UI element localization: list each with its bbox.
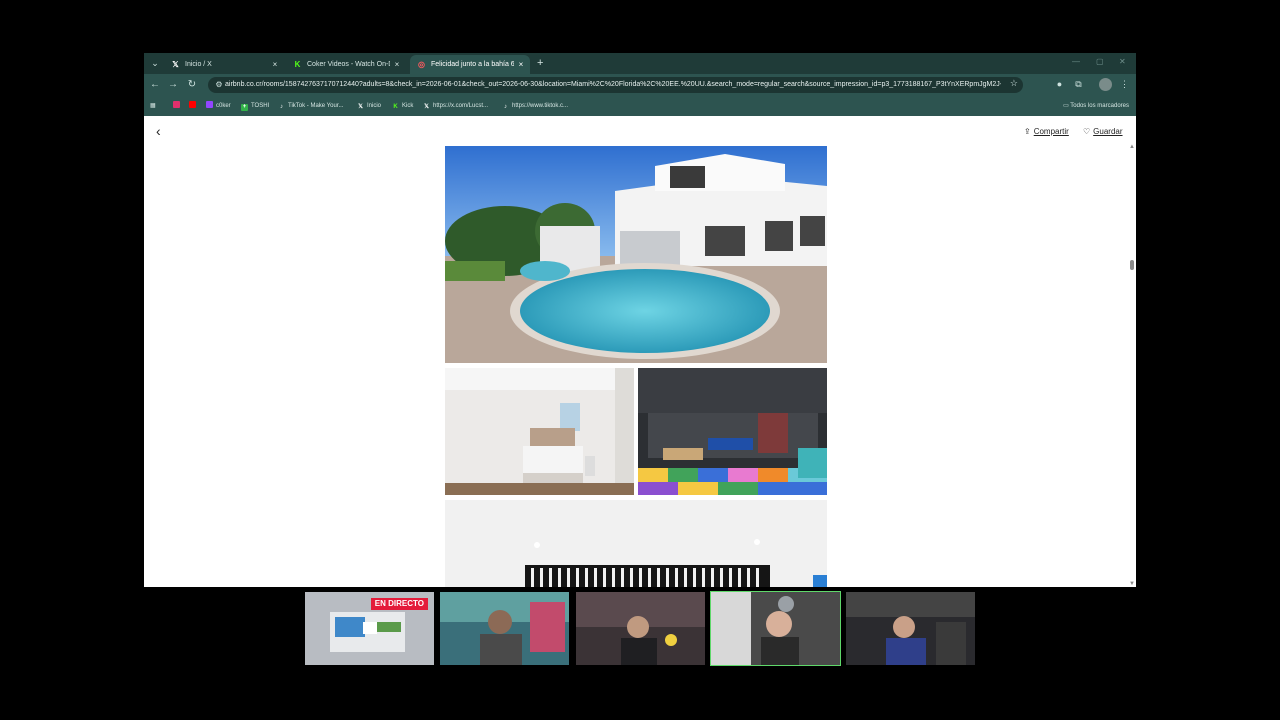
- tiktok-icon: ♪: [280, 104, 283, 110]
- bookmark-label: https://www.tiktok.c...: [512, 103, 569, 109]
- apps-grid-icon[interactable]: ▦: [150, 96, 156, 116]
- tab-title: Felicidad junto a la bahía 6k sqft: [431, 61, 514, 68]
- reload-icon[interactable]: ↻: [186, 79, 198, 91]
- extensions-puzzle-icon[interactable]: ⧉: [1072, 78, 1085, 91]
- tab-airbnb[interactable]: ◎ Felicidad junto a la bahía 6k sqft ×: [410, 55, 530, 74]
- save-label: Guardar: [1093, 127, 1123, 136]
- close-window-icon[interactable]: ✕: [1119, 57, 1126, 66]
- tab-close-icon[interactable]: ×: [270, 55, 280, 74]
- game-room-photo-image: [638, 368, 827, 495]
- tab-search-icon[interactable]: ⌄: [149, 57, 161, 69]
- bookmark-label: c0ker: [216, 103, 231, 109]
- x-logo-icon: 𝕏: [358, 104, 363, 110]
- webcam-strip: EN DIRECTO: [305, 591, 975, 666]
- webcam-4[interactable]: [846, 592, 975, 665]
- url-text: airbnb.co.cr/rooms/1587427637170712440?a…: [225, 81, 1001, 88]
- listing-photo-tour: ‹ ⇪ Compartir ♡ Guardar ▲ ▼: [144, 116, 1136, 587]
- webcam-3[interactable]: [710, 591, 841, 666]
- all-bookmarks[interactable]: ▭ Todos los marcadores: [1063, 96, 1129, 116]
- bookmark-inicio[interactable]: 𝕏 Inicio: [357, 96, 381, 116]
- page-scrollbar[interactable]: ▲ ▼: [1128, 144, 1136, 587]
- tab-title: Coker Videos - Watch On-Demand: [307, 61, 390, 68]
- extension-icon[interactable]: ●: [1053, 78, 1066, 91]
- webcam-3-image: [711, 592, 840, 665]
- site-info-icon[interactable]: ⚙: [213, 79, 225, 91]
- bedroom-photo[interactable]: [445, 368, 634, 495]
- tab-title: Inicio / X: [185, 61, 212, 68]
- webcam-2-image: [576, 592, 705, 665]
- save-button[interactable]: ♡ Guardar: [1083, 127, 1123, 136]
- bookmark-tiktok-url[interactable]: ♪ https://www.tiktok.c...: [502, 96, 568, 116]
- pool-photo[interactable]: [445, 146, 827, 363]
- scroll-thumb[interactable]: [1130, 260, 1134, 270]
- bedroom-photo-image: [445, 368, 634, 495]
- profile-avatar[interactable]: [1099, 78, 1112, 91]
- bookmark-tiktok[interactable]: ♪ TikTok - Make Your...: [278, 96, 343, 116]
- minimize-icon[interactable]: —: [1072, 57, 1080, 66]
- living-room-photo-image: [445, 500, 827, 587]
- bookmark-label: TOSHI: [251, 103, 270, 109]
- tab-bar: ⌄ 𝕏 Inicio / X × K Coker Videos - Watch …: [144, 53, 1136, 74]
- webcam-4-image: [846, 592, 975, 665]
- kick-logo-icon: K: [393, 104, 398, 110]
- share-button[interactable]: ⇪ Compartir: [1024, 127, 1069, 136]
- back-chevron-icon[interactable]: ‹: [156, 124, 161, 138]
- menu-kebab-icon[interactable]: ⋮: [1118, 78, 1131, 91]
- webcam-2[interactable]: [576, 592, 705, 665]
- x-logo-icon: 𝕏: [424, 104, 429, 110]
- bookmarks-bar: ▦ c0ker + TOSHI ♪ TikTok - Make Your... 𝕏I…: [144, 96, 1136, 116]
- maximize-icon[interactable]: ▢: [1096, 57, 1104, 66]
- webcam-1-image: [440, 592, 569, 665]
- twitch-icon: [206, 101, 213, 108]
- all-bookmarks-label: Todos los marcadores: [1070, 103, 1129, 109]
- bookmark-label: Kick: [402, 103, 414, 109]
- bookmark-label: Inicio: [367, 103, 382, 109]
- forward-arrow-icon[interactable]: →: [167, 79, 179, 91]
- bookmark-instagram[interactable]: [173, 96, 183, 116]
- share-label: Compartir: [1033, 127, 1069, 136]
- bookmark-kick[interactable]: K Kick: [392, 96, 413, 116]
- bookmark-c0ker[interactable]: c0ker: [206, 96, 231, 116]
- bookmark-youtube[interactable]: [189, 96, 199, 116]
- tab-close-icon[interactable]: ×: [392, 55, 402, 74]
- address-bar[interactable]: ⚙ airbnb.co.cr/rooms/1587427637170712440…: [208, 77, 1023, 93]
- x-logo-icon: 𝕏: [172, 60, 179, 69]
- share-icon: ⇪: [1024, 127, 1031, 136]
- youtube-icon: [189, 101, 196, 108]
- heart-icon: ♡: [1083, 127, 1091, 136]
- live-badge: EN DIRECTO: [370, 598, 428, 610]
- tab-x[interactable]: 𝕏 Inicio / X ×: [164, 55, 284, 74]
- game-room-photo[interactable]: [638, 368, 827, 495]
- navigation-bar: ← → ↻ ⚙ airbnb.co.cr/rooms/1587427637170…: [144, 74, 1136, 96]
- back-arrow-icon[interactable]: ←: [149, 79, 161, 91]
- scroll-up-icon[interactable]: ▲: [1129, 144, 1135, 150]
- bookmark-star-icon[interactable]: ☆: [1010, 78, 1018, 89]
- webcam-1[interactable]: [440, 592, 569, 665]
- tiktok-icon: ♪: [504, 104, 507, 110]
- bookmark-toshi[interactable]: + TOSHI: [241, 96, 269, 116]
- pool-photo-image: [445, 146, 827, 363]
- airbnb-logo-icon: ◎: [418, 60, 425, 69]
- bookmark-label: https://x.com/Lucst...: [433, 103, 489, 109]
- tab-close-icon[interactable]: ×: [516, 55, 526, 74]
- browser-window: ⌄ 𝕏 Inicio / X × K Coker Videos - Watch …: [144, 53, 1136, 587]
- bookmark-x-lucst[interactable]: 𝕏https://x.com/Lucst...: [423, 96, 488, 116]
- screen-share-thumbnail[interactable]: EN DIRECTO: [305, 592, 434, 665]
- living-room-photo[interactable]: [445, 500, 827, 587]
- scroll-down-icon[interactable]: ▼: [1129, 581, 1135, 587]
- instagram-icon: [173, 101, 180, 108]
- plus-icon: +: [241, 104, 248, 111]
- bookmark-label: TikTok - Make Your...: [288, 103, 344, 109]
- new-tab-button[interactable]: +: [537, 56, 543, 70]
- kick-logo-icon: K: [294, 60, 301, 69]
- tab-kick[interactable]: K Coker Videos - Watch On-Demand ×: [286, 55, 406, 74]
